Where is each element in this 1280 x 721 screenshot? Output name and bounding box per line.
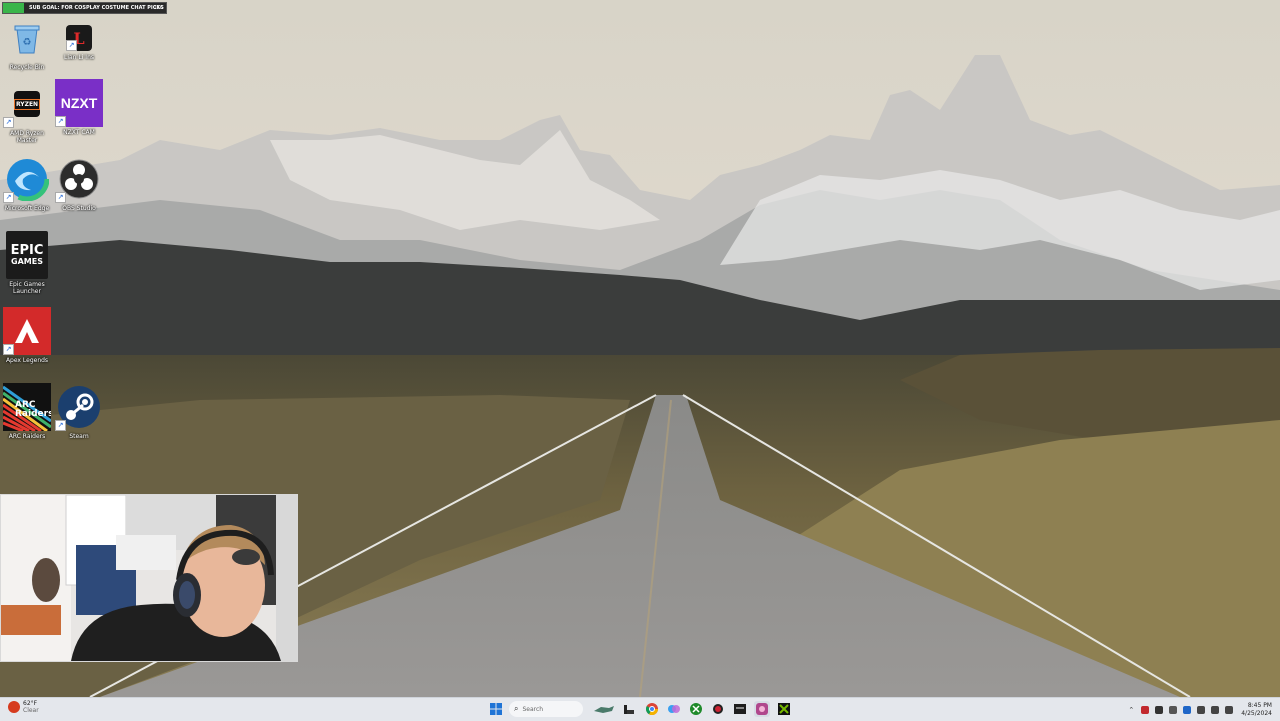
volume-icon[interactable] xyxy=(1211,705,1220,714)
sub-goal-progress-fill xyxy=(3,3,25,13)
desktop-icon-nzxt-cam[interactable]: NZXT ↗ NZXT CAM xyxy=(52,79,106,136)
sub-goal-count: 156 xyxy=(153,5,163,11)
taskbar-app-terminal[interactable] xyxy=(732,701,748,717)
taskbar-app-game[interactable] xyxy=(710,701,726,717)
apex-icon: ↗ xyxy=(3,307,51,355)
weather-temp: 62°F xyxy=(23,700,38,707)
weather-desc: Clear xyxy=(23,707,39,714)
tray-app-icon[interactable] xyxy=(1155,705,1164,714)
desktop-icon-label: Microsoft Edge xyxy=(4,205,50,212)
desktop-icon-microsoft-edge[interactable]: ↗ Microsoft Edge xyxy=(0,155,54,212)
sub-goal-bar: SUB GOAL: FOR COSPLAY COSTUME CHAT PICKS… xyxy=(2,2,167,14)
shortcut-arrow-icon: ↗ xyxy=(55,192,66,203)
taskbar-search[interactable]: ⌕ Search xyxy=(509,701,583,717)
terminal-icon xyxy=(734,704,746,714)
desktop-icon-label: Steam xyxy=(69,433,89,440)
desktop-icon-amd-ryzen-master[interactable]: RYZEN ↗ AMD Ryzen Master xyxy=(0,80,54,144)
desktop-icon-arc-raiders[interactable]: ARC Raiders ARC Raiders xyxy=(0,383,54,440)
taskbar-app-xbox[interactable] xyxy=(688,701,704,717)
tray-app-icon[interactable] xyxy=(1183,705,1192,714)
desktop-icon-label: OBS Studio xyxy=(62,205,96,212)
streaming-app-icon xyxy=(756,703,768,715)
clock-date: 4/25/2024 xyxy=(1241,709,1272,717)
webcam-overlay xyxy=(0,494,298,662)
start-button[interactable] xyxy=(488,701,504,717)
copilot-icon xyxy=(668,705,680,713)
sub-goal-text: SUB GOAL: FOR COSPLAY COSTUME CHAT PICKS xyxy=(29,5,164,11)
desktop-icon-label: NZXT CAM xyxy=(63,129,95,136)
nzxt-icon: NZXT ↗ xyxy=(55,79,103,127)
desktop-icon-epic-games[interactable]: EPIC GAMES Epic Games Launcher xyxy=(0,231,54,295)
svg-text:♻: ♻ xyxy=(23,37,32,48)
taskbar-widget-search-highlight[interactable] xyxy=(592,701,616,717)
desktop-icon-label: AMD Ryzen Master xyxy=(10,130,44,144)
search-icon: ⌕ xyxy=(514,704,519,713)
taskbar: 62°F Clear ⌕ Search ⌃ 8:45 PM 4/25/2024 xyxy=(0,697,1280,721)
taskbar-app-file-explorer[interactable] xyxy=(621,701,637,717)
system-tray: ⌃ 8:45 PM 4/25/2024 xyxy=(1128,698,1280,721)
desktop-icon-label: Apex Legends xyxy=(5,357,49,364)
nvidia-icon xyxy=(778,703,790,715)
steam-icon: ↗ xyxy=(55,383,103,431)
battery-icon[interactable] xyxy=(1225,705,1234,714)
microphone-icon[interactable] xyxy=(1169,705,1178,714)
desktop-icon-obs-studio[interactable]: ↗ OBS Studio xyxy=(52,155,106,212)
taskbar-app-nvidia[interactable] xyxy=(776,701,792,717)
chrome-icon xyxy=(646,703,658,715)
taskbar-app-chrome[interactable] xyxy=(644,701,660,717)
lian-li-icon: L ↗ xyxy=(66,25,92,51)
desktop-icon-lian-li[interactable]: L ↗ Lian Li Ins xyxy=(52,14,106,61)
network-icon[interactable] xyxy=(1197,705,1206,714)
taskbar-clock[interactable]: 8:45 PM 4/25/2024 xyxy=(1241,702,1272,718)
desktop-icon-recycle-bin[interactable]: ♻ Recycle Bin xyxy=(0,14,54,71)
obs-icon: ↗ xyxy=(55,155,103,203)
shortcut-arrow-icon: ↗ xyxy=(55,116,66,127)
weather-icon xyxy=(8,701,20,713)
shortcut-arrow-icon: ↗ xyxy=(55,420,66,431)
windows-icon xyxy=(490,703,502,715)
recycle-bin-icon: ♻ xyxy=(3,14,51,62)
clock-time: 8:45 PM xyxy=(1247,701,1272,709)
arc-raiders-icon: ARC Raiders xyxy=(3,383,51,431)
search-highlight-icon xyxy=(594,706,614,713)
desktop-icon-label: Recycle Bin xyxy=(9,64,45,71)
file-explorer-icon xyxy=(624,705,634,714)
taskbar-app-copilot[interactable] xyxy=(666,701,682,717)
shortcut-arrow-icon: ↗ xyxy=(66,40,77,51)
shortcut-arrow-icon: ↗ xyxy=(3,192,14,203)
weather-widget[interactable]: 62°F Clear xyxy=(8,700,39,714)
desktop-icon-apex-legends[interactable]: ↗ Apex Legends xyxy=(0,307,54,364)
shortcut-arrow-icon: ↗ xyxy=(3,344,14,355)
desktop-icon-label: ARC Raiders xyxy=(8,433,46,440)
xbox-icon xyxy=(690,703,702,715)
shortcut-arrow-icon: ↗ xyxy=(3,117,14,128)
edge-icon: ↗ xyxy=(3,155,51,203)
epic-icon: EPIC GAMES xyxy=(6,231,48,279)
ryzen-icon: RYZEN ↗ xyxy=(3,80,51,128)
game-app-icon xyxy=(713,704,723,714)
desktop-icon-label: Epic Games Launcher xyxy=(9,281,45,295)
chevron-up-icon[interactable]: ⌃ xyxy=(1128,706,1134,714)
desktop-icon-steam[interactable]: ↗ Steam xyxy=(52,383,106,440)
taskbar-app-streaming[interactable] xyxy=(754,701,770,717)
tray-app-icon[interactable] xyxy=(1141,705,1150,714)
search-placeholder: Search xyxy=(522,705,544,713)
desktop-icon-label: Lian Li Ins xyxy=(63,54,94,61)
